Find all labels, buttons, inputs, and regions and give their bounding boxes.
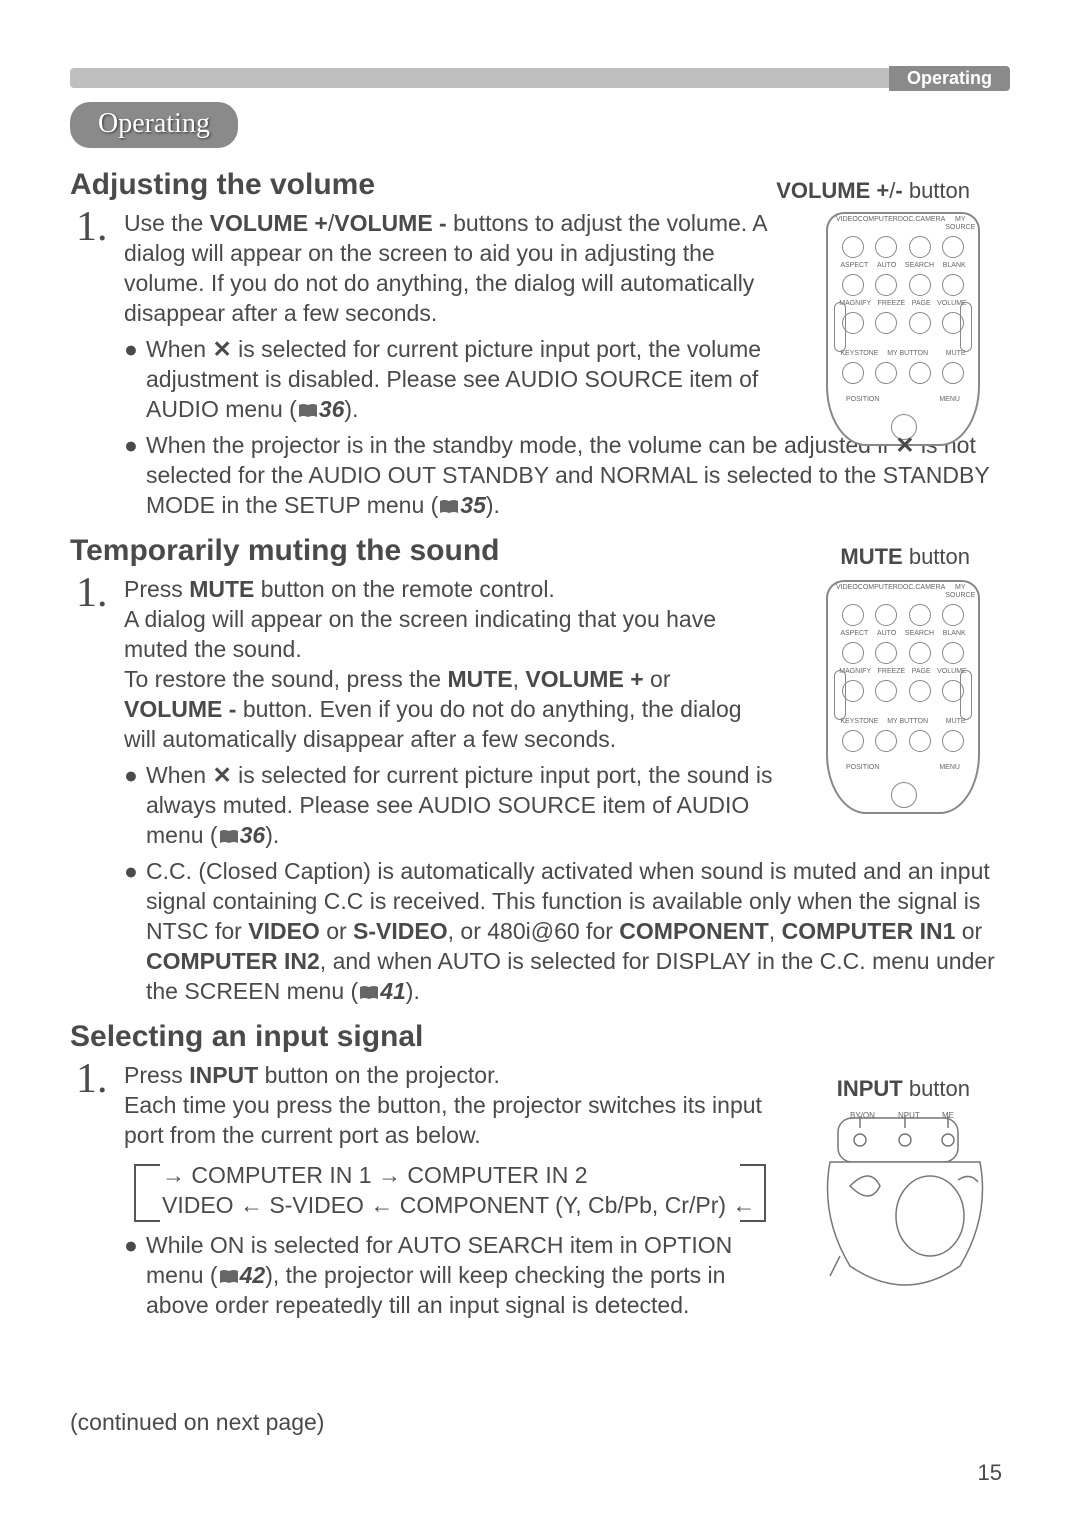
- remote-button: [875, 274, 897, 296]
- continued-note: (continued on next page): [70, 1409, 324, 1436]
- manual-icon: [218, 823, 240, 841]
- step-number: 1.: [76, 208, 124, 328]
- remote-button: [875, 236, 897, 258]
- step-number: 1.: [76, 1060, 124, 1150]
- remote-button: [942, 236, 964, 258]
- header-bar: Operating: [70, 68, 1010, 88]
- page-content: Adjusting the volume VOLUME +/- button V…: [70, 158, 1010, 1326]
- mute-icon: ✕: [895, 430, 914, 460]
- remote-button: [942, 274, 964, 296]
- proj-label-byon: BY/ON: [850, 1111, 875, 1120]
- manual-icon: [297, 397, 319, 415]
- bullet-dot: ●: [124, 334, 146, 424]
- figure-label-volume: VOLUME +/- button: [776, 178, 970, 204]
- proj-label-me: ME: [942, 1111, 954, 1120]
- mute-icon: ✕: [212, 760, 231, 790]
- remote-button: [909, 312, 931, 334]
- step-number: 1.: [76, 574, 124, 754]
- step-body: Use the VOLUME +/VOLUME - buttons to adj…: [124, 208, 784, 328]
- chapter-pill: Operating: [70, 102, 238, 148]
- remote-row-4: KEYSTONEMY BUTTONMUTE: [828, 348, 978, 386]
- bullet-dot: ●: [124, 760, 146, 850]
- remote-dpad: [828, 774, 978, 814]
- projector-illustration: BY/ON NPUT ME: [820, 1106, 990, 1296]
- remote-row-3: MAGNIFYFREEZEPAGEVOLUME: [828, 298, 978, 336]
- remote-button: [842, 362, 864, 384]
- bracket-left: [134, 1164, 160, 1222]
- remote-button: [909, 274, 931, 296]
- header-category: Operating: [889, 66, 1010, 91]
- section-title-input: Selecting an input signal: [70, 1020, 1010, 1054]
- remote-row-1: VIDEOCOMPUTERDOC.CAMERAMY SOURCE: [828, 214, 978, 260]
- proj-label-nput: NPUT: [898, 1111, 920, 1120]
- mute-bullet-2: ● C.C. (Closed Caption) is automatically…: [124, 856, 1010, 1006]
- remote-button: [842, 274, 864, 296]
- remote-button: [842, 236, 864, 258]
- mute-icon: ✕: [212, 334, 231, 364]
- input-cycle-diagram: → COMPUTER IN 1 → COMPUTER IN 2 VIDEO ← …: [162, 1160, 762, 1220]
- bullet-dot: ●: [124, 1230, 146, 1320]
- figure-label-input: INPUT button: [837, 1076, 970, 1102]
- bracket-right: [740, 1164, 766, 1222]
- remote-button: [909, 236, 931, 258]
- remote-button: [909, 362, 931, 384]
- manual-page: Operating Operating Adjusting the volume…: [0, 0, 1080, 1526]
- step-body: Press MUTE button on the remote control.…: [124, 574, 764, 754]
- remote-button: [942, 362, 964, 384]
- remote-illustration-mute: VIDEOCOMPUTERDOC.CAMERAMY SOURCE ASPECTA…: [826, 580, 980, 814]
- remote-row-2: ASPECTAUTOSEARCHBLANK: [828, 260, 978, 298]
- bullet-dot: ●: [124, 430, 146, 520]
- step-body: Press INPUT button on the projector. Eac…: [124, 1060, 764, 1150]
- figure-label-mute: MUTE button: [840, 544, 970, 570]
- remote-button: [875, 312, 897, 334]
- manual-icon: [218, 1263, 240, 1281]
- remote-illustration-volume: VIDEOCOMPUTERDOC.CAMERAMY SOURCE ASPECTA…: [826, 212, 980, 446]
- manual-icon: [438, 493, 460, 511]
- remote-button: [875, 362, 897, 384]
- remote-rocker-right: [960, 302, 972, 352]
- page-number: 15: [978, 1460, 1002, 1486]
- remote-rocker-left: [834, 302, 846, 352]
- bullet-dot: ●: [124, 856, 146, 1006]
- manual-icon: [358, 979, 380, 997]
